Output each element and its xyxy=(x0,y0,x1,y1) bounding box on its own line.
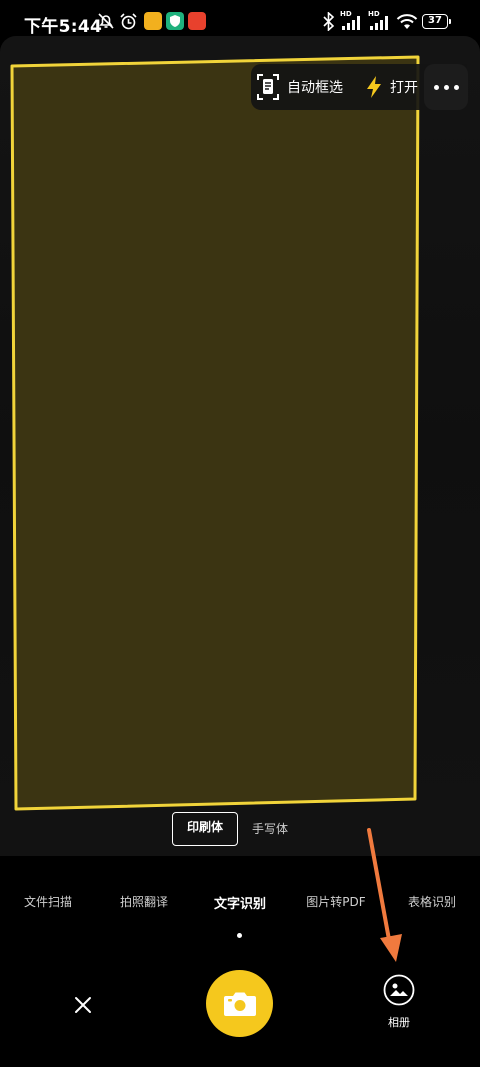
app-badge-icon xyxy=(144,12,162,30)
album-label: 相册 xyxy=(388,1016,410,1029)
game-app-icon xyxy=(188,12,206,30)
battery-icon: 37 xyxy=(422,14,451,29)
scan-frame[interactable] xyxy=(0,36,480,816)
style-printed-option[interactable]: 印刷体 xyxy=(172,812,239,846)
flash-toggle[interactable]: 打开 xyxy=(364,70,420,104)
flash-icon xyxy=(367,76,381,98)
mode-text-recognition[interactable]: 文字识别 xyxy=(214,893,266,912)
status-time: 下午5:44 xyxy=(24,17,103,37)
wifi-icon xyxy=(396,14,418,29)
style-handwritten-option[interactable]: 手写体 xyxy=(238,813,302,845)
mode-selector: 文件扫描 拍照翻译 文字识别 图片转PDF 表格识别 xyxy=(0,893,480,913)
album-button[interactable]: 相册 xyxy=(373,974,425,1034)
more-icon xyxy=(433,84,439,90)
mode-document-scan[interactable]: 文件扫描 xyxy=(24,893,72,910)
signal-icon xyxy=(370,16,388,30)
security-app-icon xyxy=(166,12,184,30)
active-mode-indicator xyxy=(237,933,242,938)
more-button[interactable] xyxy=(424,64,468,110)
mode-photo-translate[interactable]: 拍照翻译 xyxy=(120,893,168,910)
mode-table-recognition[interactable]: 表格识别 xyxy=(408,893,456,910)
bluetooth-icon xyxy=(323,12,335,31)
close-icon[interactable] xyxy=(70,992,96,1018)
notification-off-icon xyxy=(98,13,114,29)
document-frame-icon xyxy=(257,74,279,100)
camera-icon xyxy=(223,992,256,1016)
shutter-button[interactable] xyxy=(206,970,273,1037)
auto-select-label: 自动框选 xyxy=(287,80,343,96)
auto-select-button[interactable]: 自动框选 xyxy=(255,70,343,104)
mode-image-to-pdf[interactable]: 图片转PDF xyxy=(306,893,365,910)
flash-label: 打开 xyxy=(390,80,418,96)
alarm-icon xyxy=(120,13,137,30)
signal-icon xyxy=(342,16,360,30)
font-style-toggle: 印刷体 手写体 xyxy=(172,812,302,846)
gallery-icon xyxy=(383,974,415,1006)
